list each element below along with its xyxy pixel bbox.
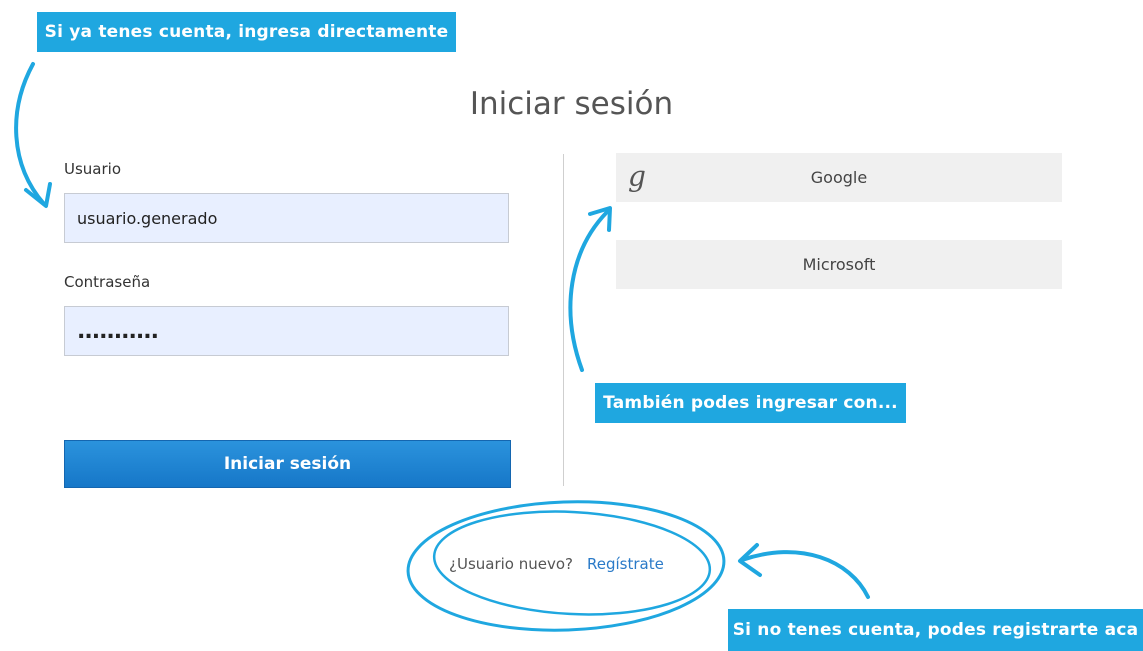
divider bbox=[563, 154, 564, 486]
page-title: Iniciar sesión bbox=[469, 86, 674, 122]
username-field[interactable]: usuario.generado bbox=[64, 193, 509, 243]
username-label: Usuario bbox=[64, 160, 122, 178]
arrow-to-register bbox=[740, 550, 870, 599]
microsoft-login-button[interactable]: Microsoft bbox=[616, 240, 1062, 289]
google-label: Google bbox=[810, 168, 868, 187]
login-button[interactable]: Iniciar sesión bbox=[64, 440, 511, 488]
arrow-to-username bbox=[14, 62, 46, 206]
microsoft-label: Microsoft bbox=[802, 255, 876, 274]
callout-also-login-with: También podes ingresar con... bbox=[595, 383, 906, 423]
arrow-to-social bbox=[568, 210, 609, 372]
register-prompt: ¿Usuario nuevo? bbox=[449, 555, 573, 573]
password-field[interactable]: ........... bbox=[64, 306, 509, 356]
arrow-head-username bbox=[24, 182, 52, 208]
password-label: Contraseña bbox=[64, 273, 151, 291]
arrow-head-register bbox=[738, 543, 762, 577]
register-row: ¿Usuario nuevo? Regístrate bbox=[449, 555, 664, 573]
arrow-head-social bbox=[588, 206, 612, 232]
register-link[interactable]: Regístrate bbox=[587, 555, 664, 573]
callout-login-directly: Si ya tenes cuenta, ingresa directamente bbox=[37, 12, 456, 52]
callout-register-here: Si no tenes cuenta, podes registrarte ac… bbox=[728, 609, 1143, 651]
google-icon: g bbox=[628, 160, 646, 193]
google-login-button[interactable]: g Google bbox=[616, 153, 1062, 202]
